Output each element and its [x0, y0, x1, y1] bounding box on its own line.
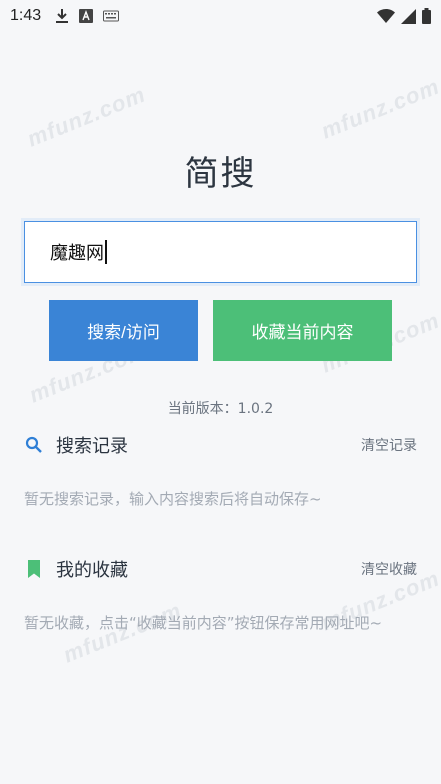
search-icon — [24, 435, 44, 455]
favorites-title: 我的收藏 — [56, 560, 128, 581]
keyboard-icon — [103, 10, 120, 22]
download-icon — [55, 8, 69, 24]
search-history-header: 搜索记录 清空记录 — [24, 430, 417, 460]
a-notification-icon — [79, 9, 94, 23]
save-current-button[interactable]: 收藏当前内容 — [213, 300, 392, 361]
wifi-icon — [377, 9, 395, 23]
battery-icon — [422, 8, 431, 24]
clear-favorites-button[interactable]: 清空收藏 — [361, 559, 417, 579]
search-visit-button[interactable]: 搜索/访问 — [49, 300, 198, 361]
clear-history-button[interactable]: 清空记录 — [361, 435, 417, 455]
status-notifications — [55, 8, 120, 24]
signal-icon — [401, 8, 416, 24]
status-bar: 1:43 — [0, 0, 441, 32]
version-label: 当前版本：1.0.2 — [167, 401, 274, 417]
favorites-header: 我的收藏 清空收藏 — [24, 554, 417, 584]
search-input[interactable]: 魔趣网 — [24, 221, 417, 283]
app-title: 简搜 — [184, 154, 257, 194]
watermark: mfunz.com — [23, 81, 150, 152]
search-history-title: 搜索记录 — [56, 436, 128, 457]
text-caret — [105, 240, 107, 264]
favorites-empty-text: 暂无收藏，点击“收藏当前内容”按钮保存常用网址吧~ — [24, 614, 383, 632]
search-input-value: 魔趣网 — [50, 243, 104, 264]
status-system-icons — [377, 8, 431, 24]
search-history-empty-text: 暂无搜索记录，输入内容搜索后将自动保存~ — [24, 490, 322, 508]
status-time: 1:43 — [10, 7, 42, 24]
bookmark-icon — [24, 559, 44, 579]
watermark: mfunz.com — [317, 73, 441, 144]
